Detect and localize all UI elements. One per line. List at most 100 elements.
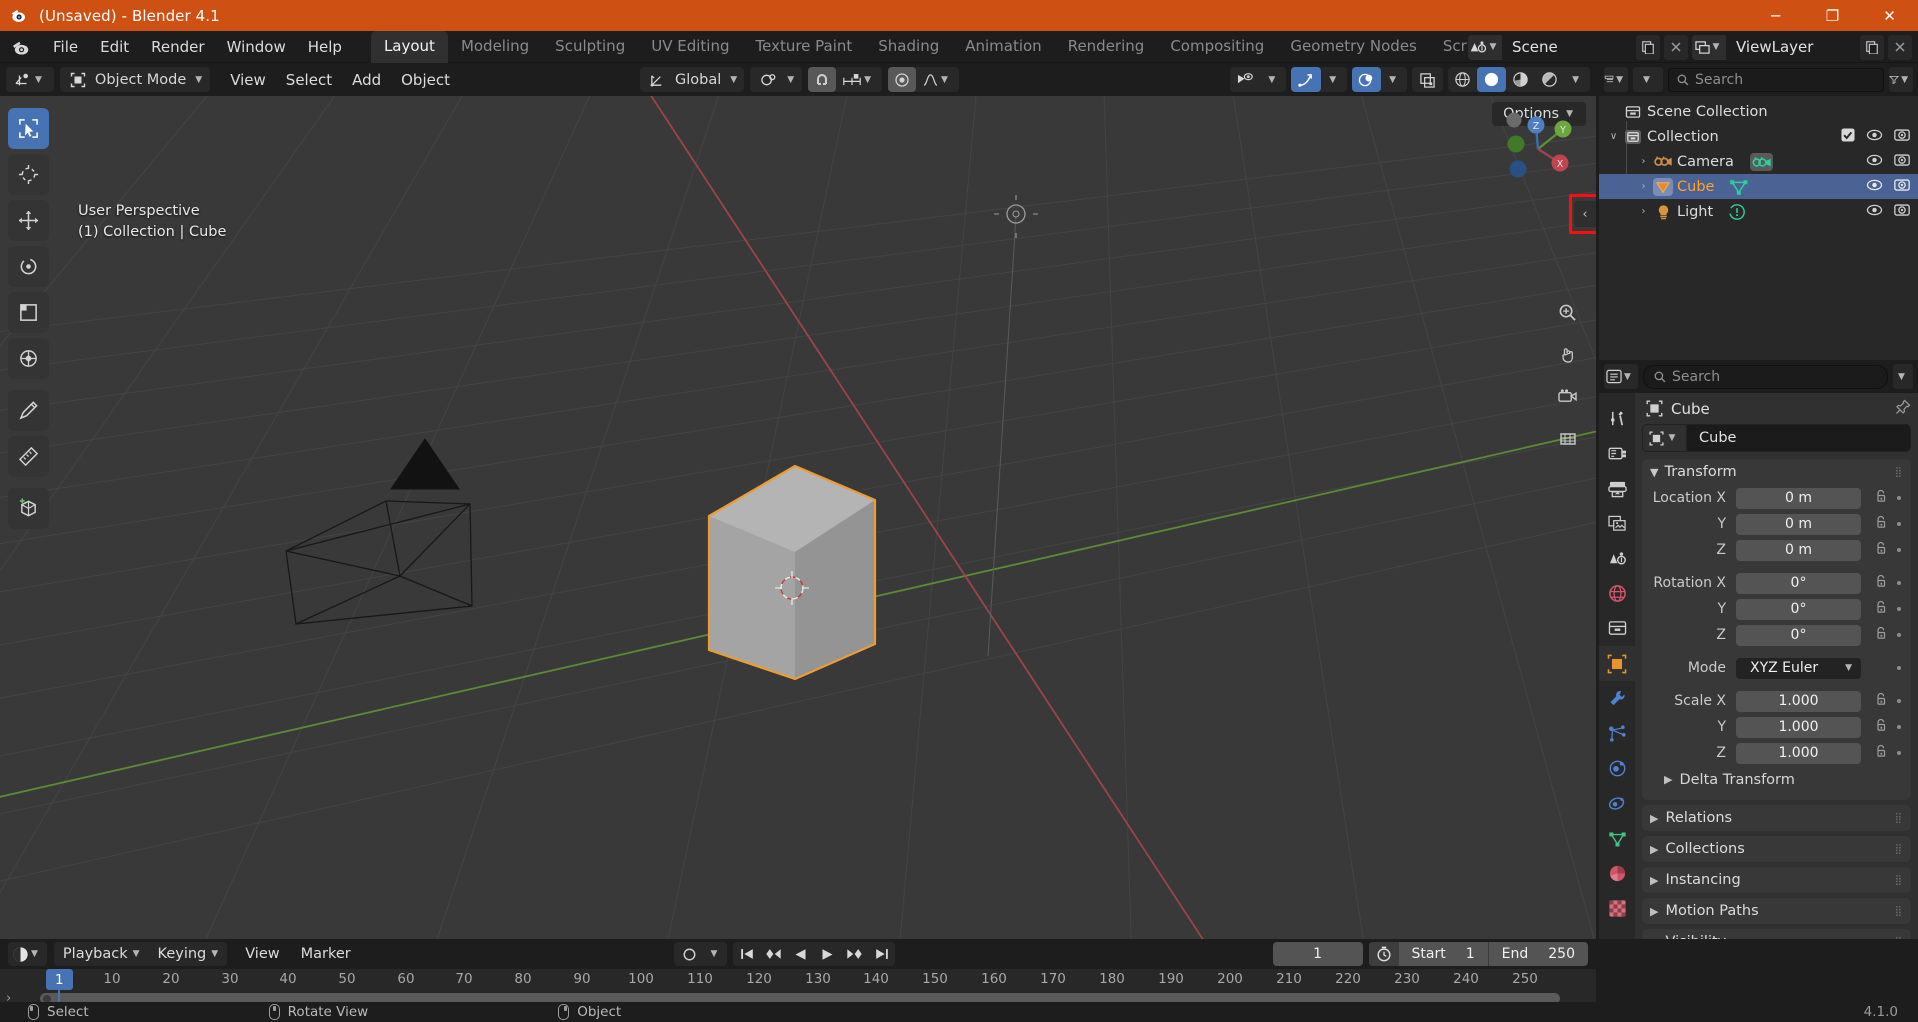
timeline-editor-type-selector[interactable]: ▼ [8,942,47,966]
hide-in-viewport-icon[interactable] [1866,154,1883,170]
snap-magnet-icon[interactable] [808,67,837,92]
tab-animation[interactable]: Animation [952,31,1054,63]
value-scale-z[interactable]: 1.000 [1736,742,1861,764]
animate-property-dot[interactable] [1897,751,1901,755]
tab-uv-editing[interactable]: UV Editing [638,31,742,63]
instancing-panel[interactable]: ▶ Instancing ⣿ [1642,867,1911,893]
outliner-row-cube[interactable]: › Cube [1599,174,1918,199]
properties-tab-output[interactable] [1599,471,1635,506]
new-scene-button[interactable] [1636,34,1660,60]
pin-icon[interactable] [1895,399,1911,419]
gizmo-dropdown[interactable]: ▼ [1321,67,1347,92]
snapping-group[interactable]: ▼ [808,67,883,92]
properties-tab-object-data[interactable] [1599,821,1635,856]
disable-in-renders-icon[interactable] [1894,153,1910,170]
jump-to-start-button[interactable] [733,942,760,966]
proportional-editing-group[interactable]: ▼ [888,67,959,92]
hide-in-viewport-icon[interactable] [1866,129,1883,145]
shading-rendered-icon[interactable] [1535,67,1564,92]
properties-tab-material[interactable] [1599,856,1635,891]
tab-compositing[interactable]: Compositing [1157,31,1277,63]
visibility-selector[interactable]: ▼ [1230,67,1287,92]
pivot-point-selector[interactable]: ▼ [750,67,803,92]
animate-property-dot[interactable] [1897,666,1901,670]
properties-tab-particles[interactable] [1599,716,1635,751]
lock-icon[interactable] [1874,718,1888,736]
tool-rotate[interactable] [8,246,49,287]
value-rotation-x[interactable]: 0° [1736,572,1861,594]
properties-editor[interactable]: ▼ Search ▼ Cube ▼ Cube ▼ Transform ⣿ Loc… [1599,360,1918,939]
lock-icon[interactable] [1874,489,1888,507]
jump-to-previous-keyframe-button[interactable] [760,942,787,966]
drag-grip-icon[interactable]: ⣿ [1895,937,1903,940]
shading-dropdown[interactable]: ▼ [1564,67,1590,92]
toggle-camera-view-button[interactable] [1553,382,1582,411]
menu-file[interactable]: File [42,34,89,60]
disclosure-triangle-icon[interactable]: ∨ [1605,131,1622,142]
disclosure-triangle-icon[interactable]: › [1635,206,1652,217]
value-location-y[interactable]: 0 m [1736,513,1861,535]
visibility-panel[interactable]: ▶ Visibility ⣿ [1642,929,1911,939]
drag-grip-icon[interactable]: ⣿ [1895,813,1903,824]
animate-property-dot[interactable] [1897,496,1901,500]
lock-icon[interactable] [1874,515,1888,533]
menu-render[interactable]: Render [140,34,215,60]
properties-tab-world[interactable] [1599,576,1635,611]
animate-property-dot[interactable] [1897,607,1901,611]
toggle-xray-icon[interactable] [1412,67,1443,92]
disclosure-triangle-icon[interactable]: › [1635,181,1652,192]
timeline-menu-keying[interactable]: Keying ▼ [149,943,228,965]
proportional-edit-icon[interactable] [888,67,917,92]
lock-icon[interactable] [1874,626,1888,644]
properties-tab-modifiers[interactable] [1599,681,1635,716]
menu-edit[interactable]: Edit [89,34,140,60]
use-preview-range-icon[interactable] [1368,942,1399,966]
close-button[interactable]: ✕ [1861,0,1918,31]
snap-to-increment-icon[interactable]: ▼ [836,67,882,92]
show-gizmo-icon[interactable] [1291,67,1322,92]
tab-shading[interactable]: Shading [865,31,952,63]
shading-wireframe-icon[interactable] [1448,67,1477,92]
shading-material-preview-icon[interactable] [1506,67,1535,92]
outliner-editor-type-icon[interactable]: ▼ [1604,67,1628,92]
tool-select-box[interactable] [8,108,49,149]
menu-help[interactable]: Help [297,34,353,60]
timeline-ruler[interactable]: 1 10 20 30 40 50 60 70 80 90 100 110 120… [0,969,1596,1006]
timeline-menu-playback[interactable]: Playback ▼ [54,943,149,965]
outliner-filter-button[interactable]: ▼ [1889,67,1913,92]
disable-in-renders-icon[interactable] [1894,178,1910,195]
properties-tab-collection[interactable] [1599,611,1635,646]
disable-in-renders-icon[interactable] [1894,128,1910,145]
play-reverse-button[interactable] [787,942,814,966]
editor-type-selector[interactable]: ▼ [6,67,54,92]
animate-property-dot[interactable] [1897,522,1901,526]
navigation-gizmo[interactable]: Z Y X [1492,103,1584,195]
move-view-button[interactable] [1553,340,1582,369]
blender-menu-icon[interactable] [10,36,34,58]
object-id-icon[interactable]: ▼ [1642,424,1686,452]
shading-modes[interactable]: ▼ [1448,67,1590,92]
jump-to-end-button[interactable] [868,942,895,966]
tool-cursor[interactable] [8,154,49,195]
outliner-display-mode[interactable]: ▼ [1633,67,1663,92]
properties-tab-view-layer[interactable] [1599,506,1635,541]
object-visibility-icon[interactable] [1230,67,1260,92]
drag-grip-icon[interactable]: ⣿ [1895,875,1903,886]
tab-texture-paint[interactable]: Texture Paint [742,31,865,63]
delta-transform-subpanel[interactable]: ▶ Delta Transform [1650,767,1903,792]
auto-keying-dropdown[interactable]: ▼ [703,942,725,966]
tab-sculpting[interactable]: Sculpting [542,31,638,63]
hide-in-viewport-icon[interactable] [1866,179,1883,195]
drag-grip-icon[interactable]: ⣿ [1895,467,1903,478]
transform-orientation-selector[interactable]: Global ▼ [640,67,745,92]
viewport-menu-view[interactable]: View [220,67,276,93]
properties-tab-render[interactable] [1599,436,1635,471]
show-overlays-icon[interactable] [1352,67,1382,92]
value-rotation-z[interactable]: 0° [1736,624,1861,646]
drag-grip-icon[interactable]: ⣿ [1895,906,1903,917]
lock-icon[interactable] [1874,692,1888,710]
properties-tab-texture[interactable] [1599,891,1635,926]
hide-in-viewport-icon[interactable] [1866,204,1883,220]
object-id-block[interactable]: ▼ Cube [1642,424,1911,452]
motion-paths-panel[interactable]: ▶ Motion Paths ⣿ [1642,898,1911,924]
